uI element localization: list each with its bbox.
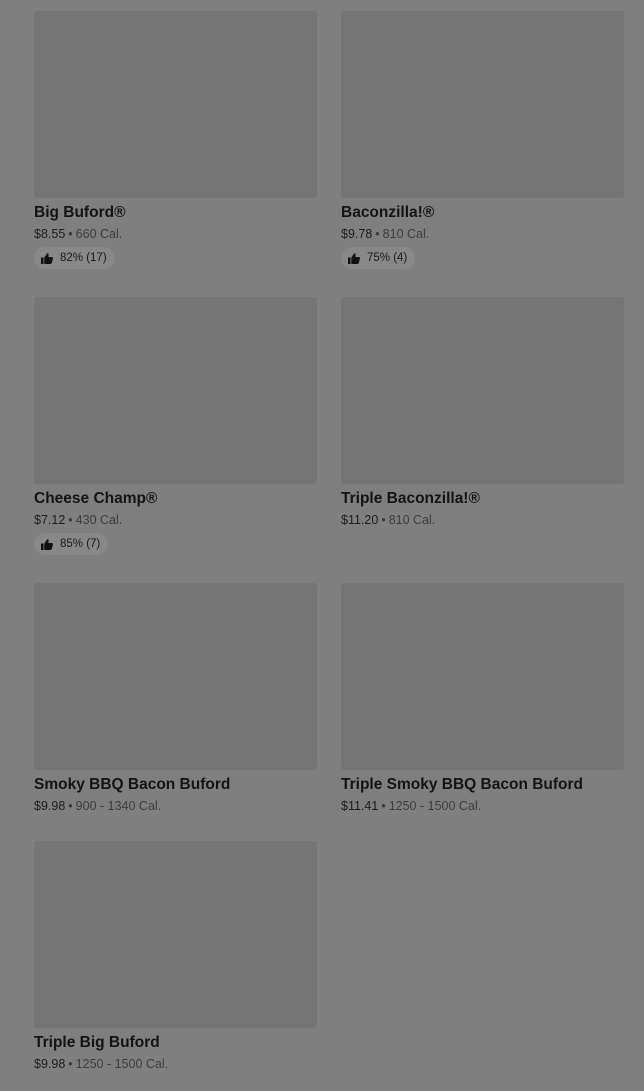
menu-item-calories: 1250 - 1500 Cal.	[388, 799, 482, 813]
menu-item-price: $11.41	[341, 799, 379, 813]
thumbs-up-icon	[41, 252, 53, 264]
menu-grid: Big Buford® $8.55 • 660 Cal. 82% (17) Baco…	[0, 0, 644, 1091]
menu-item-card[interactable]: Triple Baconzilla!® $11.20 • 810 Cal.	[341, 297, 624, 527]
menu-item-meta: $9.78 • 810 Cal.	[341, 227, 624, 241]
menu-item-meta: $9.98 • 1250 - 1500 Cal.	[34, 1057, 317, 1071]
rating-badge: 82% (17)	[34, 247, 115, 269]
menu-item-card[interactable]: Smoky BBQ Bacon Buford $9.98 • 900 - 1340 …	[34, 583, 317, 813]
menu-item-image[interactable]	[34, 583, 317, 770]
menu-item-name: Triple Smoky BBQ Bacon Buford	[341, 776, 584, 793]
menu-item-calories: 660 Cal.	[75, 227, 123, 241]
menu-item-image[interactable]	[341, 297, 624, 484]
meta-separator: •	[381, 799, 386, 813]
menu-item-meta: $9.98 • 900 - 1340 Cal.	[34, 799, 317, 813]
menu-item-calories: 810 Cal.	[388, 513, 436, 527]
rating-text: 75% (4)	[367, 252, 408, 264]
menu-item-meta: $11.41 • 1250 - 1500 Cal.	[341, 799, 624, 813]
menu-item-calories: 1250 - 1500 Cal.	[75, 1057, 169, 1071]
menu-item-card[interactable]: Big Buford® $8.55 • 660 Cal. 82% (17)	[34, 11, 317, 269]
menu-item-name: Baconzilla!®	[341, 204, 435, 221]
menu-item-price: $8.55	[34, 227, 66, 241]
thumbs-up-icon	[41, 538, 53, 550]
menu-item-price: $9.98	[34, 799, 66, 813]
meta-separator: •	[68, 1057, 73, 1071]
menu-item-price: $9.78	[341, 227, 373, 241]
menu-item-image[interactable]	[34, 297, 317, 484]
meta-separator: •	[68, 799, 73, 813]
menu-item-image[interactable]	[341, 583, 624, 770]
menu-item-calories: 810 Cal.	[382, 227, 430, 241]
menu-item-name: Cheese Champ®	[34, 490, 158, 507]
menu-item-meta: $7.12 • 430 Cal.	[34, 513, 317, 527]
meta-separator: •	[68, 513, 73, 527]
menu-item-image[interactable]	[341, 11, 624, 198]
menu-item-price: $11.20	[341, 513, 379, 527]
menu-item-name: Triple Big Buford	[34, 1034, 160, 1051]
rating-text: 82% (17)	[60, 252, 107, 264]
menu-item-card[interactable]: Baconzilla!® $9.78 • 810 Cal. 75% (4)	[341, 11, 624, 269]
menu-item-image[interactable]	[34, 11, 317, 198]
menu-item-name: Triple Baconzilla!®	[341, 490, 480, 507]
menu-item-image[interactable]	[34, 841, 317, 1028]
menu-item-card[interactable]: Triple Smoky BBQ Bacon Buford $11.41 • 125…	[341, 583, 624, 813]
meta-separator: •	[375, 227, 380, 241]
menu-item-card[interactable]: Triple Big Buford $9.98 • 1250 - 1500 Cal.	[34, 841, 317, 1071]
menu-item-price: $9.98	[34, 1057, 66, 1071]
rating-text: 85% (7)	[60, 538, 101, 550]
menu-item-calories: 430 Cal.	[75, 513, 123, 527]
menu-item-card[interactable]: Cheese Champ® $7.12 • 430 Cal. 85% (7)	[34, 297, 317, 555]
menu-item-meta: $11.20 • 810 Cal.	[341, 513, 624, 527]
menu-item-calories: 900 - 1340 Cal.	[75, 799, 162, 813]
meta-separator: •	[68, 227, 73, 241]
menu-item-name: Big Buford®	[34, 204, 126, 221]
menu-item-meta: $8.55 • 660 Cal.	[34, 227, 317, 241]
menu-item-name: Smoky BBQ Bacon Buford	[34, 776, 231, 793]
rating-badge: 85% (7)	[34, 533, 109, 555]
menu-item-price: $7.12	[34, 513, 66, 527]
rating-badge: 75% (4)	[341, 247, 416, 269]
meta-separator: •	[381, 513, 386, 527]
thumbs-up-icon	[348, 252, 360, 264]
